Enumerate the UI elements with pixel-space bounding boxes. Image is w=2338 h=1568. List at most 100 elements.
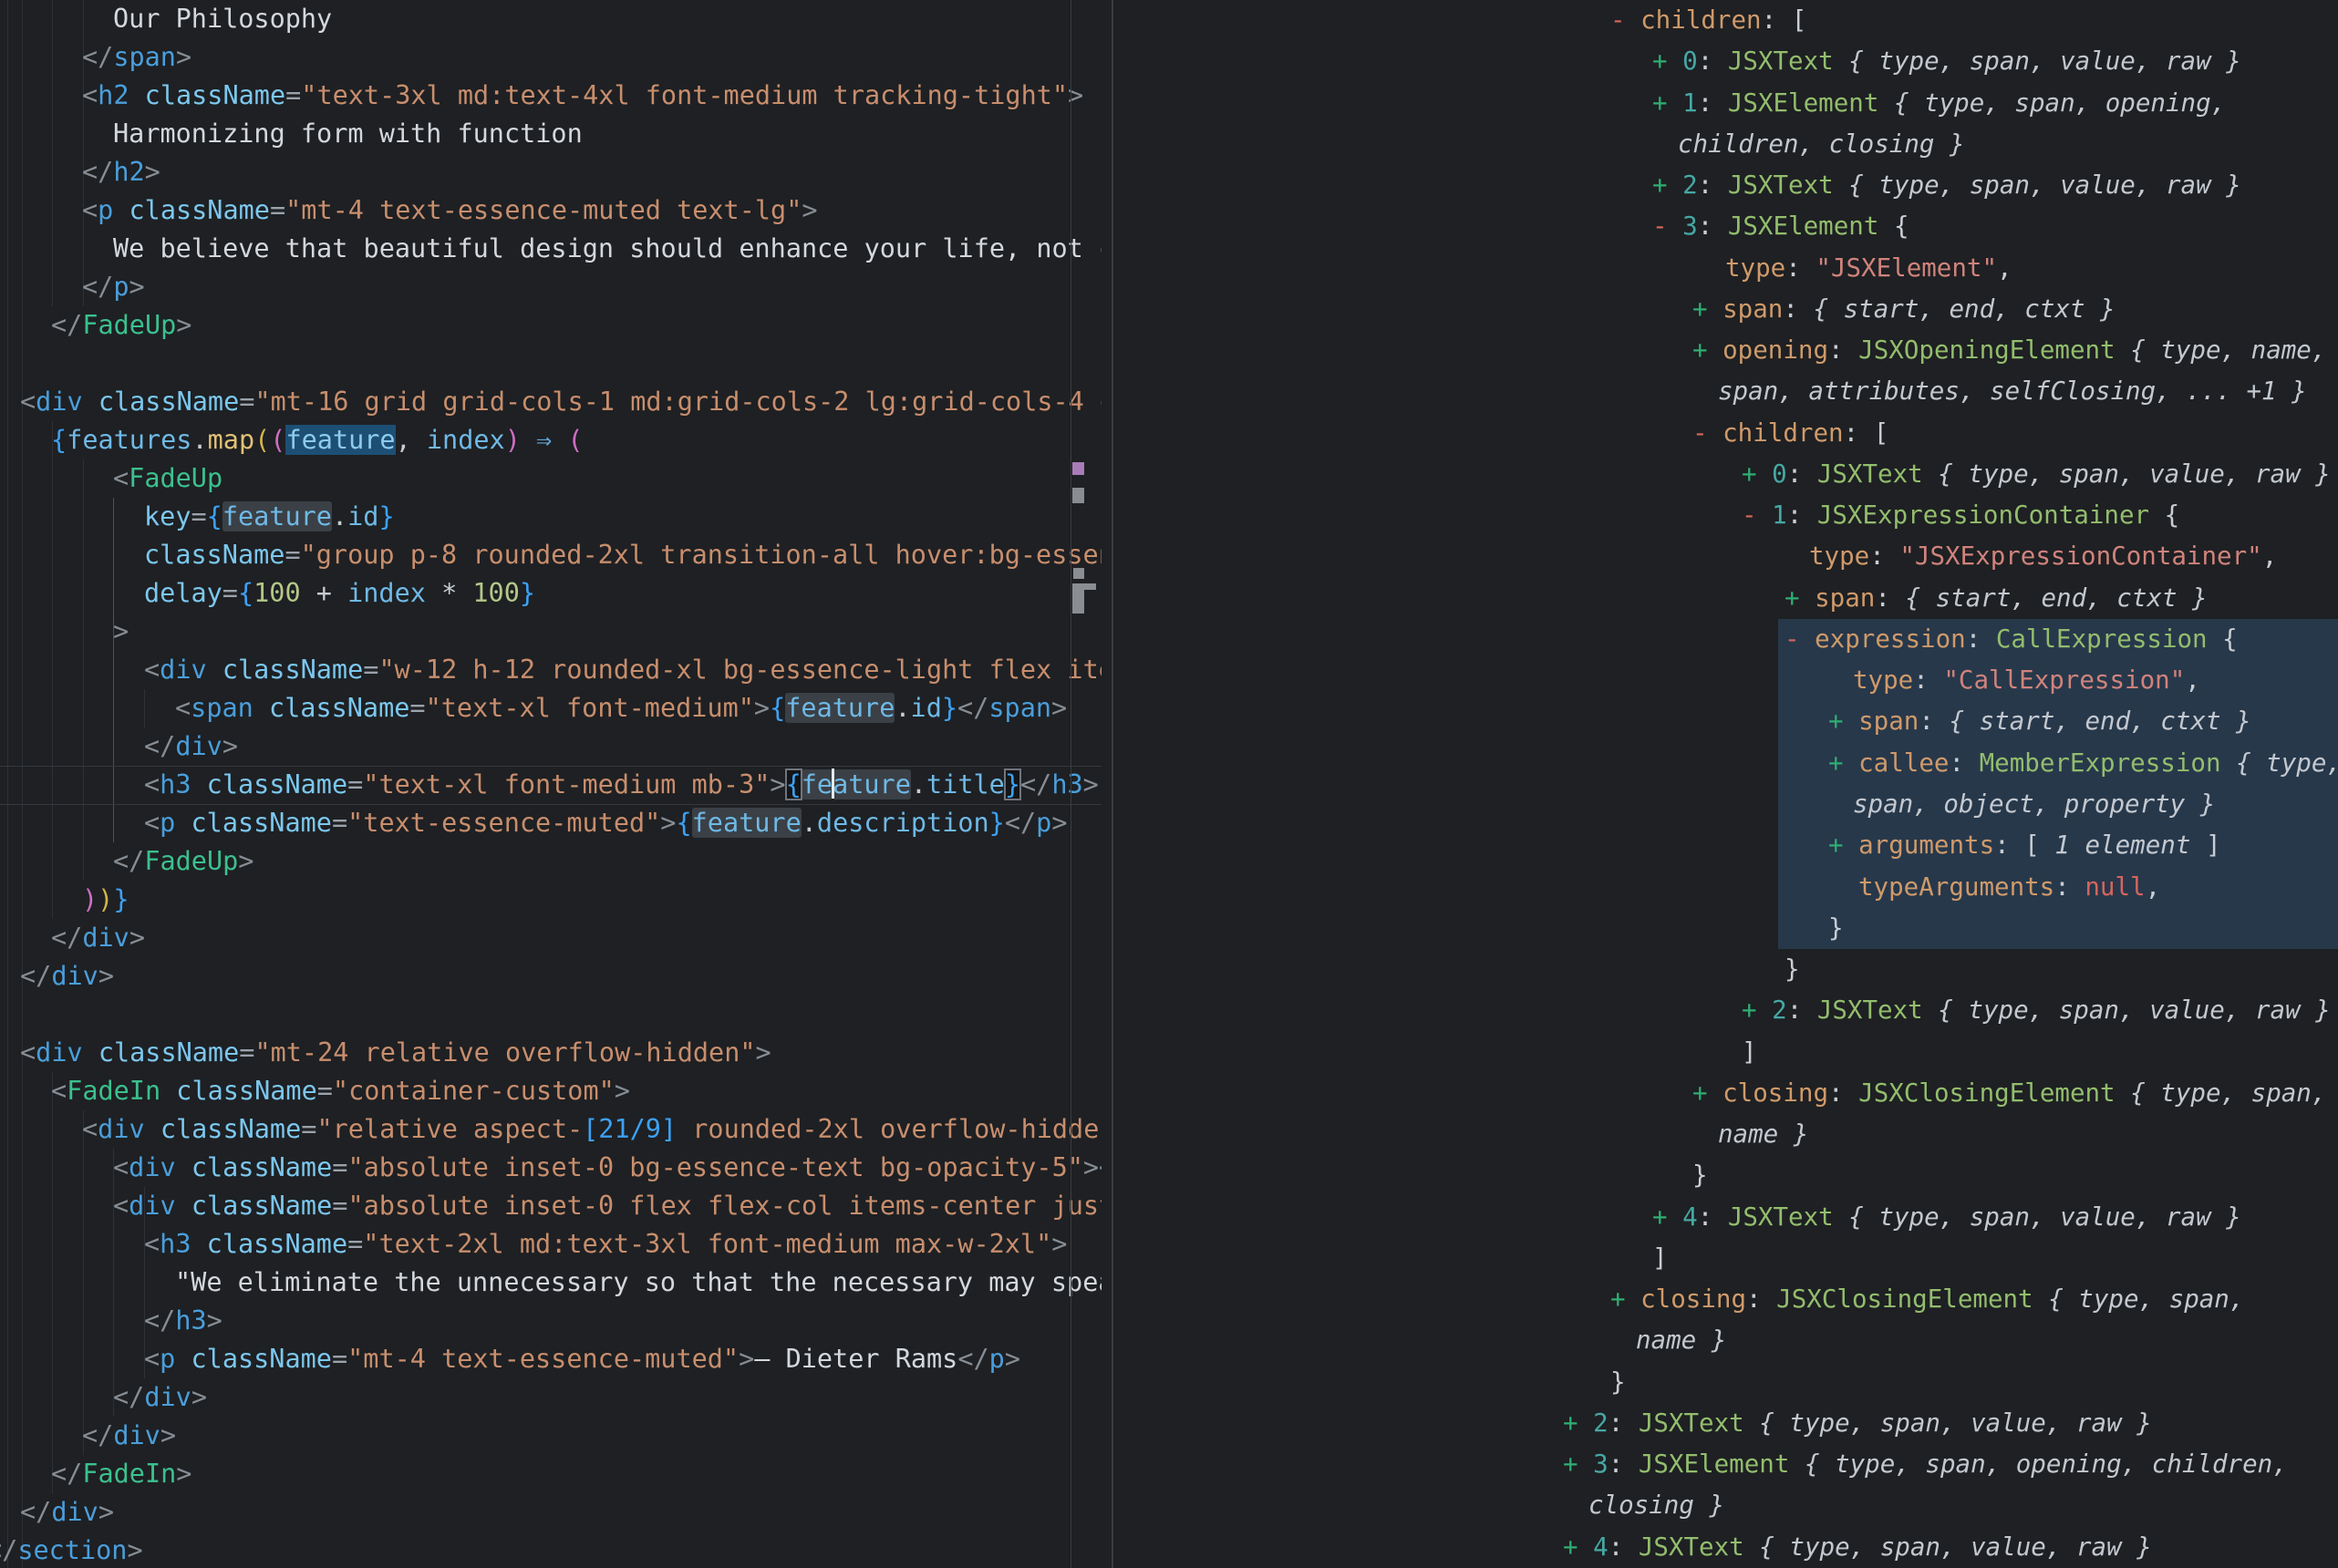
ast-line[interactable]: + span: { start, end, ctxt } [1785,578,2208,619]
code-line[interactable]: className="group p-8 rounded-2xl transit… [144,536,1102,574]
code-line[interactable]: </FadeUp> [51,306,191,345]
code-line[interactable]: key={feature.id} [144,498,395,536]
collapse-icon[interactable]: - [1785,624,1800,654]
expand-icon[interactable]: + [1563,1408,1578,1438]
expand-icon[interactable]: + [1742,459,1757,489]
expand-icon[interactable]: + [1563,1532,1578,1562]
collapse-icon[interactable]: - [1652,211,1668,241]
code-line[interactable]: <FadeUp [113,459,222,498]
code-line[interactable]: <p className="text-essence-muted">{featu… [144,804,1068,842]
ast-line[interactable]: type: "JSXExpressionContainer", [1809,536,2277,577]
ast-line[interactable]: - 3: JSXElement { [1652,206,1909,247]
code-line[interactable]: <p className="mt-4 text-essence-muted te… [82,191,818,230]
code-line[interactable]: <h2 className="text-3xl md:text-4xl font… [82,77,1083,115]
code-line[interactable]: <div className="absolute inset-0 flex fl… [113,1187,1102,1225]
code-line[interactable]: </div> [51,919,145,957]
code-line[interactable]: > [113,613,129,651]
ast-line[interactable]: typeArguments: null, [1858,867,2160,908]
expand-icon[interactable]: + [1692,335,1708,365]
code-line[interactable]: delay={100 + index * 100} [144,574,535,613]
code-line[interactable]: <h3 className="text-xl font-medium mb-3"… [144,766,1099,804]
ast-line[interactable]: name } [1718,1114,1808,1155]
code-line[interactable]: </h2> [82,153,160,191]
ast-line[interactable]: } [1692,1155,1708,1196]
collapse-icon[interactable]: - [1610,5,1626,35]
code-line[interactable]: <span className="text-xl font-medium">{f… [175,689,1067,727]
ast-line[interactable]: + closing: JSXClosingElement { type, spa… [1610,1279,2244,1320]
ast-line[interactable]: + closing: JSXClosingElement { type, spa… [1692,1073,2326,1114]
ast-line[interactable]: + opening: JSXOpeningElement { type, nam… [1692,330,2326,371]
code-line[interactable]: </div> [144,727,238,766]
code-line[interactable]: <div className="mt-16 grid grid-cols-1 m… [20,383,1102,421]
ast-line[interactable]: type: "CallExpression", [1853,660,2200,701]
code-line[interactable]: "We eliminate the unnecessary so that th… [175,1264,1102,1302]
ast-line[interactable]: } [1785,949,1800,990]
code-editor[interactable]: Our Philosophy</span><h2 className="text… [0,0,1112,1568]
code-line[interactable]: </FadeUp> [113,842,253,881]
code-line[interactable]: Harmonizing form with function [113,115,583,153]
ast-line[interactable]: ] [1652,1238,1668,1279]
code-line[interactable]: {features.map((feature, index) ⇒ ( [51,421,584,459]
ast-line[interactable]: + span: { start, end, ctxt } [1828,701,2251,742]
ast-line[interactable]: children, closing } [1678,124,1965,165]
code-line[interactable]: </FadeIn> [51,1455,191,1493]
code-line[interactable]: </div> [82,1417,176,1455]
ast-line[interactable]: + arguments: [ 1 element ] [1828,825,2221,866]
ast-line[interactable]: + 4: JSXText { type, span, value, raw } [1652,1197,2241,1238]
ast-line[interactable]: + 4: JSXText { type, span, value, raw } [1563,1527,2152,1568]
code-line[interactable]: </div> [20,957,114,995]
ast-line[interactable]: closing } [1588,1485,1724,1526]
code-line[interactable]: We believe that beautiful design should … [113,230,1102,268]
ast-panel[interactable]: - children: [+ 0: JSXText { type, span, … [1114,0,2338,1568]
expand-icon[interactable]: + [1742,995,1757,1025]
code-line[interactable]: <div className="absolute inset-0 bg-esse… [113,1149,1102,1187]
ast-line[interactable]: + 2: JSXText { type, span, value, raw } [1742,990,2331,1031]
code-line[interactable]: </p> [82,268,145,306]
panel-divider[interactable] [1112,0,1113,1568]
ast-line[interactable]: ] [1742,1032,1757,1073]
ast-line[interactable]: } [1610,1362,1626,1403]
code-line[interactable]: <h3 className="text-2xl md:text-3xl font… [144,1225,1067,1264]
ast-line[interactable]: - children: [ [1610,0,1806,41]
ast-line[interactable]: } [1828,908,1844,949]
expand-icon[interactable]: + [1785,583,1800,613]
expand-icon[interactable]: + [1692,294,1708,324]
code-lines[interactable]: Our Philosophy</span><h2 className="text… [0,0,1102,1568]
expand-icon[interactable]: + [1563,1449,1578,1479]
ast-line[interactable]: + callee: MemberExpression { type, [1828,743,2338,784]
ast-line[interactable]: + 2: JSXText { type, span, value, raw } [1652,165,2241,206]
ast-line[interactable]: + 0: JSXText { type, span, value, raw } [1652,41,2241,82]
expand-icon[interactable]: + [1652,170,1668,200]
ast-line[interactable]: + 0: JSXText { type, span, value, raw } [1742,454,2331,495]
expand-icon[interactable]: + [1652,88,1668,118]
code-line[interactable]: <p className="mt-4 text-essence-muted">—… [144,1340,1020,1378]
code-line[interactable]: </div> [20,1493,114,1532]
ast-line[interactable]: - 1: JSXExpressionContainer { [1742,495,2179,536]
expand-icon[interactable]: + [1652,46,1668,76]
ast-line[interactable]: type: "JSXElement", [1725,248,2012,289]
code-line[interactable]: <div className="mt-24 relative overflow-… [20,1034,771,1072]
ast-line[interactable]: + 1: JSXElement { type, span, opening, [1652,83,2226,124]
collapse-icon[interactable]: - [1692,418,1708,448]
ast-line[interactable]: name } [1636,1320,1726,1361]
ast-line[interactable]: + 3: JSXElement { type, span, opening, c… [1563,1444,2288,1485]
ast-line[interactable]: span, attributes, selfClosing, ... +1 } [1718,371,2307,412]
code-line[interactable]: ))} [82,881,129,919]
code-line[interactable]: <FadeIn className="container-custom"> [51,1072,630,1110]
ast-line[interactable]: - expression: CallExpression { [1785,619,2238,660]
ast-line[interactable]: - children: [ [1692,413,1888,454]
ast-line[interactable]: + 2: JSXText { type, span, value, raw } [1563,1403,2152,1444]
code-line[interactable]: </section> [0,1532,143,1568]
expand-icon[interactable]: + [1828,830,1844,860]
ast-line[interactable]: span, object, property } [1853,784,2215,825]
code-line[interactable]: <div className="w-12 h-12 rounded-xl bg-… [144,651,1102,689]
collapse-icon[interactable]: - [1742,500,1757,530]
code-line[interactable]: </h3> [144,1302,222,1340]
code-line[interactable]: <div className="relative aspect-[21/9] r… [82,1110,1102,1149]
code-line[interactable]: Our Philosophy [113,0,332,38]
expand-icon[interactable]: + [1828,707,1844,736]
expand-icon[interactable]: + [1610,1284,1626,1314]
expand-icon[interactable]: + [1652,1202,1668,1232]
ast-line[interactable]: + span: { start, end, ctxt } [1692,289,2116,330]
expand-icon[interactable]: + [1828,748,1844,778]
